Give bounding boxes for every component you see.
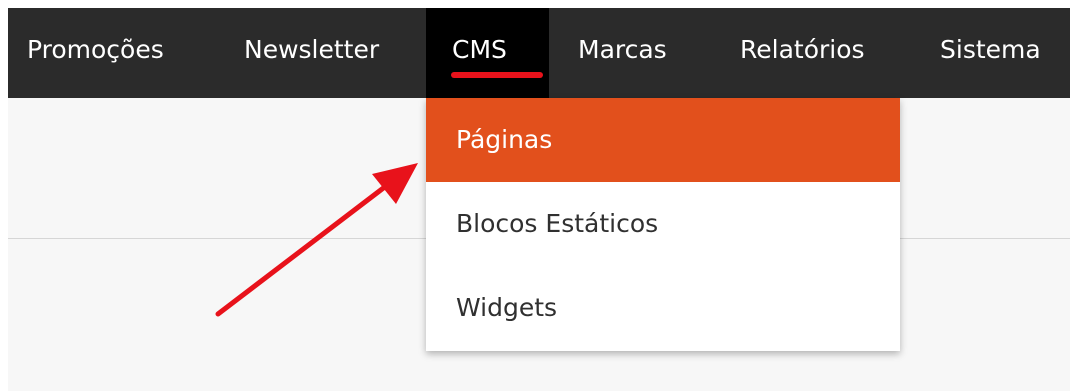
red-arrow-icon bbox=[215, 163, 418, 317]
admin-page: Promoções Newsletter CMS Marcas Relatóri… bbox=[8, 8, 1070, 391]
